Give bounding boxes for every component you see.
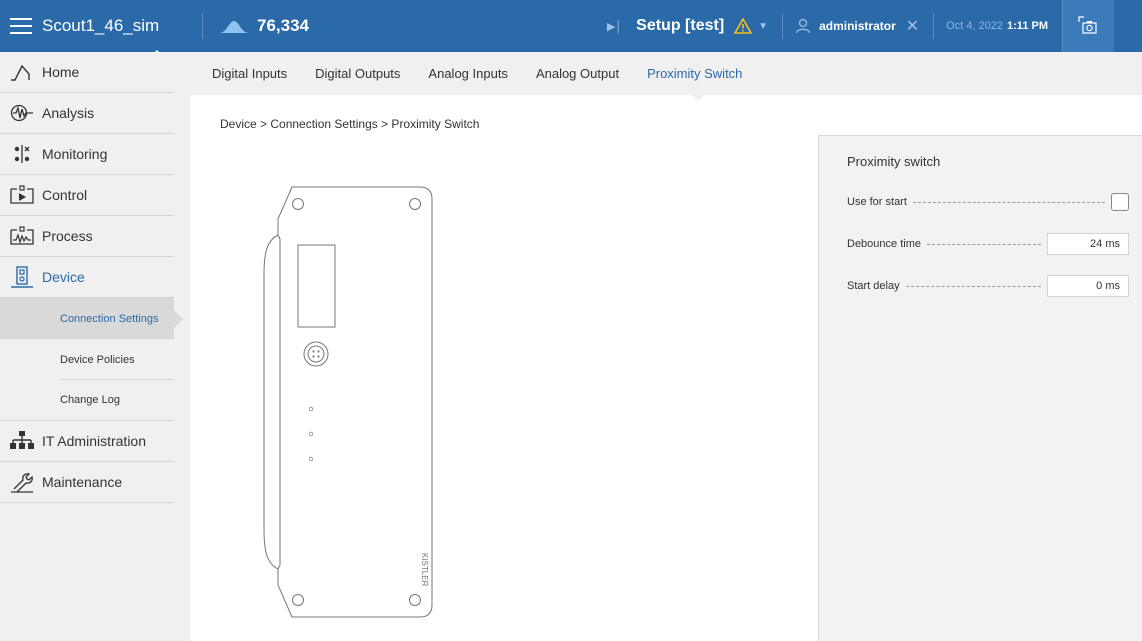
device-brand-label: KISTLER bbox=[420, 553, 429, 587]
time: 1:11 PM bbox=[1007, 20, 1048, 32]
warning-icon bbox=[734, 18, 753, 34]
app-name-label: Scout1_46_sim bbox=[42, 16, 160, 35]
debounce-time-input[interactable]: 24 ms bbox=[1047, 233, 1129, 255]
analysis-icon bbox=[8, 101, 36, 125]
top-bar: Scout1_46_sim 76,334 ▶│ Setup [test] ▼ a… bbox=[0, 0, 1142, 59]
tab-label: Digital Inputs bbox=[212, 66, 288, 81]
sidebar-item-label: Control bbox=[42, 187, 88, 203]
user-name: administrator bbox=[819, 19, 896, 33]
sidebar-item-it-administration[interactable]: IT Administration bbox=[0, 421, 174, 462]
sidebar-item-process[interactable]: Process bbox=[0, 216, 174, 257]
sidebar: Home Analysis Monitoring Control Process… bbox=[0, 52, 183, 641]
play-icon: ▶│ bbox=[606, 20, 623, 33]
sidebar-item-label: Process bbox=[42, 228, 93, 244]
monitoring-icon bbox=[8, 142, 36, 166]
tab-label: Analog Inputs bbox=[428, 66, 508, 81]
tab-digital-inputs[interactable]: Digital Inputs bbox=[212, 52, 287, 95]
sidebar-subitem-label: Connection Settings bbox=[60, 312, 159, 325]
start-delay-input[interactable]: 0 ms bbox=[1047, 275, 1129, 297]
tab-bar: Digital Inputs Digital Outputs Analog In… bbox=[190, 52, 1142, 101]
screenshot-button[interactable] bbox=[1062, 0, 1114, 52]
sidebar-item-label: Monitoring bbox=[42, 146, 108, 162]
breadcrumb: Device > Connection Settings > Proximity… bbox=[220, 117, 480, 131]
tab-analog-output[interactable]: Analog Output bbox=[536, 52, 619, 95]
cycle-counter: 76,334 bbox=[219, 16, 309, 36]
sidebar-item-monitoring[interactable]: Monitoring bbox=[0, 134, 174, 175]
setup-name: Setup [test] bbox=[636, 17, 725, 34]
sidebar-subitem-change-log[interactable]: Change Log bbox=[0, 380, 174, 421]
sidebar-item-label: Maintenance bbox=[42, 474, 123, 490]
dotted-leader bbox=[905, 285, 1041, 287]
divider bbox=[202, 13, 203, 39]
sidebar-subitem-connection-settings[interactable]: Connection Settings bbox=[0, 298, 183, 339]
tab-label: Digital Outputs bbox=[315, 66, 401, 81]
sidebar-item-analysis[interactable]: Analysis bbox=[0, 93, 174, 134]
device-icon bbox=[8, 265, 36, 289]
sidebar-item-device[interactable]: Device bbox=[0, 257, 174, 298]
setup-selector[interactable]: ▶│ Setup [test] ▼ bbox=[607, 17, 768, 35]
user-menu[interactable]: administrator ✕ bbox=[782, 13, 919, 39]
sidebar-item-control[interactable]: Control bbox=[0, 175, 174, 216]
network-icon bbox=[8, 429, 36, 453]
logout-icon[interactable]: ✕ bbox=[906, 16, 919, 36]
date: Oct 4, 2022 bbox=[946, 20, 1004, 32]
dotted-leader bbox=[927, 243, 1041, 245]
use-for-start-row: Use for start bbox=[847, 191, 1129, 213]
main-content: Device > Connection Settings > Proximity… bbox=[190, 95, 1142, 641]
sidebar-item-maintenance[interactable]: Maintenance bbox=[0, 462, 174, 503]
cycle-count: 76,334 bbox=[257, 16, 309, 35]
setup-dropdown-icon[interactable]: ▼ bbox=[758, 21, 768, 32]
debounce-time-row: Debounce time 24 ms bbox=[847, 233, 1129, 255]
sidebar-subitem-device-policies[interactable]: Device Policies bbox=[0, 339, 174, 380]
start-delay-label: Start delay bbox=[847, 280, 900, 292]
debounce-time-label: Debounce time bbox=[847, 238, 921, 250]
sidebar-item-label: Home bbox=[42, 64, 80, 80]
tab-analog-inputs[interactable]: Analog Inputs bbox=[428, 52, 508, 95]
tab-digital-outputs[interactable]: Digital Outputs bbox=[315, 52, 400, 95]
process-icon bbox=[8, 224, 36, 248]
use-for-start-label: Use for start bbox=[847, 196, 907, 208]
device-front-panel-diagram: KISTLER bbox=[263, 186, 433, 618]
proximity-switch-panel: Proximity switch Use for start Debounce … bbox=[818, 135, 1142, 641]
sidebar-item-label: IT Administration bbox=[42, 433, 147, 449]
wrench-icon bbox=[8, 470, 36, 494]
date-time: Oct 4, 2022 1:11 PM bbox=[933, 13, 1048, 39]
sidebar-item-label: Device bbox=[42, 269, 85, 285]
sidebar-item-label: Analysis bbox=[42, 105, 95, 121]
panel-title: Proximity switch bbox=[847, 154, 941, 169]
hamburger-menu-icon[interactable] bbox=[10, 15, 32, 37]
sidebar-item-home[interactable]: Home bbox=[0, 52, 174, 93]
tab-label: Proximity Switch bbox=[647, 66, 743, 81]
dotted-leader bbox=[912, 201, 1105, 203]
curve-icon bbox=[219, 21, 249, 33]
control-icon bbox=[8, 183, 36, 207]
start-delay-row: Start delay 0 ms bbox=[847, 275, 1129, 297]
sidebar-subitem-label: Change Log bbox=[60, 394, 120, 406]
home-icon bbox=[8, 60, 36, 84]
app-name[interactable]: Scout1_46_sim bbox=[42, 16, 190, 59]
tab-label: Analog Output bbox=[535, 66, 620, 81]
use-for-start-checkbox[interactable] bbox=[1111, 193, 1129, 211]
camera-icon bbox=[1077, 16, 1097, 34]
tab-proximity-switch[interactable]: Proximity Switch bbox=[647, 52, 743, 101]
user-icon bbox=[795, 18, 811, 34]
sidebar-subitem-label: Device Policies bbox=[60, 353, 135, 366]
